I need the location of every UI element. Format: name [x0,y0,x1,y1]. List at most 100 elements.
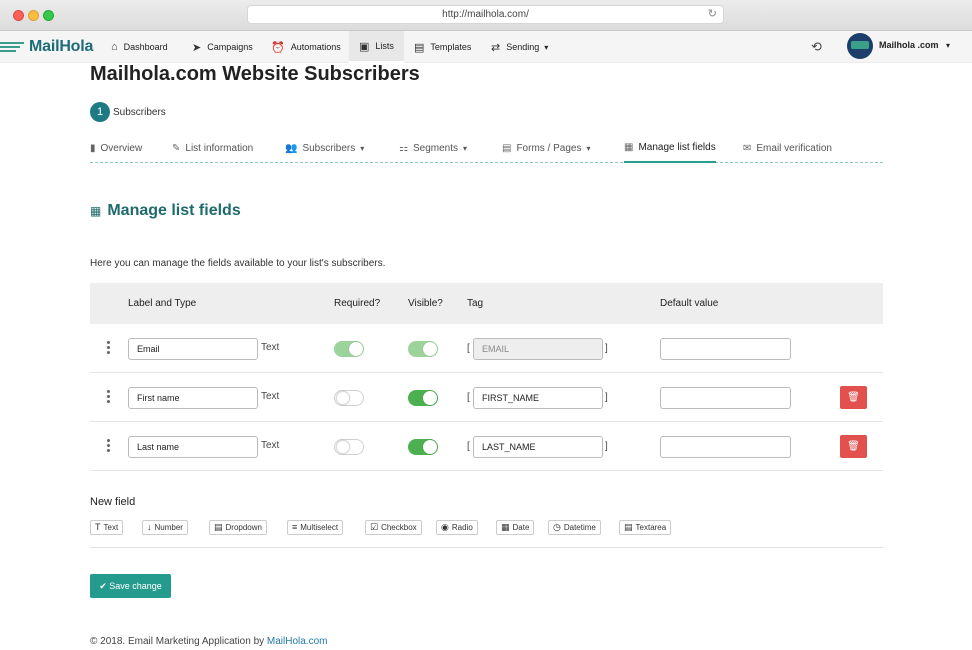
checkbox-icon: ☑ [370,522,379,532]
tab-forms-pages[interactable]: ▤ Forms / Pages ▾ [502,133,591,163]
nav-sending-label: Sending [506,42,540,52]
nav-lists[interactable]: ▣ Lists [349,31,404,63]
field-label-input[interactable]: Email [128,338,258,360]
tab-segments[interactable]: ⚏ Segments ▾ [399,133,467,163]
table-row: Last name Text [ LAST_NAME ] 🗑 [90,422,883,471]
nav-dashboard[interactable]: ⌂ Dashboard [111,31,168,63]
trash-icon: 🗑 [847,441,860,452]
required-toggle[interactable] [334,390,364,406]
visible-toggle[interactable] [408,390,438,406]
tab-email-verification[interactable]: ✉ Email verification [743,133,832,163]
page-title: Mailhola.com Website Subscribers [90,63,420,85]
add-datetime-field-button[interactable]: ◷ Datetime [548,520,601,535]
required-toggle[interactable] [334,439,364,455]
logo[interactable]: MailHola [0,37,93,57]
user-name: Mailhola .com [879,40,939,50]
header-label-type: Label and Type [128,298,197,309]
maximize-window-icon[interactable] [43,10,54,21]
list-icon: ▦ [90,204,102,218]
template-icon: ▤ [414,41,425,54]
add-text-field-label: Text [103,523,119,532]
default-value-input[interactable] [660,338,791,360]
tab-overview-label: Overview [100,142,143,154]
add-number-field-button[interactable]: ↓ Number [142,520,188,535]
section-title-text: Manage list fields [107,202,241,219]
add-radio-field-button[interactable]: ◉ Radio [436,520,478,535]
visible-toggle[interactable] [408,439,438,455]
chevron-down-icon: ▾ [586,143,591,153]
tag-input[interactable]: LAST_NAME [473,436,603,458]
form-icon: ▤ [502,142,512,154]
tab-list-information[interactable]: ✎ List information [172,133,253,163]
avatar[interactable] [847,33,873,59]
required-toggle[interactable] [334,341,364,357]
delete-field-button[interactable]: 🗑 [840,386,867,409]
logo-mark-icon [0,40,28,54]
users-icon: 👥 [285,142,298,154]
address-bar[interactable]: http://mailhola.com/ ↻ [247,5,724,24]
minimize-window-icon[interactable] [28,10,39,21]
tab-overview[interactable]: ▮ Overview [90,133,142,163]
logo-text: MailHola [29,38,94,55]
save-change-button[interactable]: ✔ Save change [90,574,171,598]
multiselect-icon: ≡ [292,522,298,532]
add-text-field-button[interactable]: T Text [90,520,124,535]
tag-input[interactable]: EMAIL [473,338,603,360]
list-icon: ▦ [624,141,634,153]
nav-automations[interactable]: ⏰ Automations [271,31,341,63]
paper-plane-icon: ➤ [192,41,202,54]
table-row: First name Text [ FIRST_NAME ] 🗑 [90,373,883,422]
nav-automations-label: Automations [290,42,341,52]
exchange-icon: ⇄ [491,41,501,54]
home-icon: ⌂ [111,41,118,53]
trash-icon: 🗑 [847,392,860,403]
tab-email-verification-label: Email verification [756,142,832,154]
default-value-input[interactable] [660,387,791,409]
add-date-field-label: Date [512,523,530,532]
add-number-field-label: Number [154,523,183,532]
fields-table-header: Label and Type Required? Visible? Tag De… [90,283,883,324]
reload-icon[interactable]: ↻ [708,6,717,23]
header-required: Required? [334,298,381,309]
close-window-icon[interactable] [13,10,24,21]
text-icon: T [95,522,101,532]
chevron-down-icon: ▾ [360,143,365,153]
add-dropdown-field-button[interactable]: ▤ Dropdown [209,520,267,535]
clock-icon: ◷ [553,522,561,532]
tag-input[interactable]: FIRST_NAME [473,387,603,409]
chevron-down-icon: ▾ [544,42,549,52]
tag-bracket-open: [ [467,392,470,403]
tab-subscribers-label: Subscribers [302,142,356,154]
add-textarea-field-button[interactable]: ▤ Textarea [619,520,672,535]
drag-handle-icon[interactable] [107,341,111,356]
add-date-field-button[interactable]: ▦ Date [496,520,535,535]
tab-subscribers[interactable]: 👥 Subscribers ▾ [285,133,364,163]
chevron-down-icon: ▾ [946,41,951,50]
header-default-value: Default value [660,298,719,309]
delete-field-button[interactable]: 🗑 [840,435,867,458]
section-title: ▦ Manage list fields [90,202,241,220]
nav-campaigns[interactable]: ➤ Campaigns [192,31,253,63]
nav-templates[interactable]: ▤ Templates [414,31,471,63]
field-type: Text [261,391,280,402]
drag-handle-icon[interactable] [107,390,111,405]
tag-bracket-open: [ [467,441,470,452]
nav-lists-label: Lists [375,41,394,51]
tab-manage-list-fields[interactable]: ▦ Manage list fields [624,133,716,163]
header-visible: Visible? [408,298,443,309]
subscriber-count-badge: 1 [90,102,110,122]
add-checkbox-field-button[interactable]: ☑ Checkbox [365,520,422,535]
history-icon[interactable]: ⟲ [811,39,822,55]
user-menu[interactable]: Mailhola .com ▾ [879,40,950,50]
add-multiselect-field-button[interactable]: ≡ Multiselect [287,520,344,535]
visible-toggle[interactable] [408,341,438,357]
new-field-title: New field [90,496,136,508]
drag-handle-icon[interactable] [107,439,111,454]
field-label-input[interactable]: First name [128,387,258,409]
nav-sending[interactable]: ⇄ Sending ▾ [491,31,548,63]
default-value-input[interactable] [660,436,791,458]
field-label-input[interactable]: Last name [128,436,258,458]
tab-manage-list-fields-label: Manage list fields [638,141,716,153]
footer-link[interactable]: MailHola.com [267,636,328,647]
footer: © 2018. Email Marketing Application by M… [90,636,327,647]
